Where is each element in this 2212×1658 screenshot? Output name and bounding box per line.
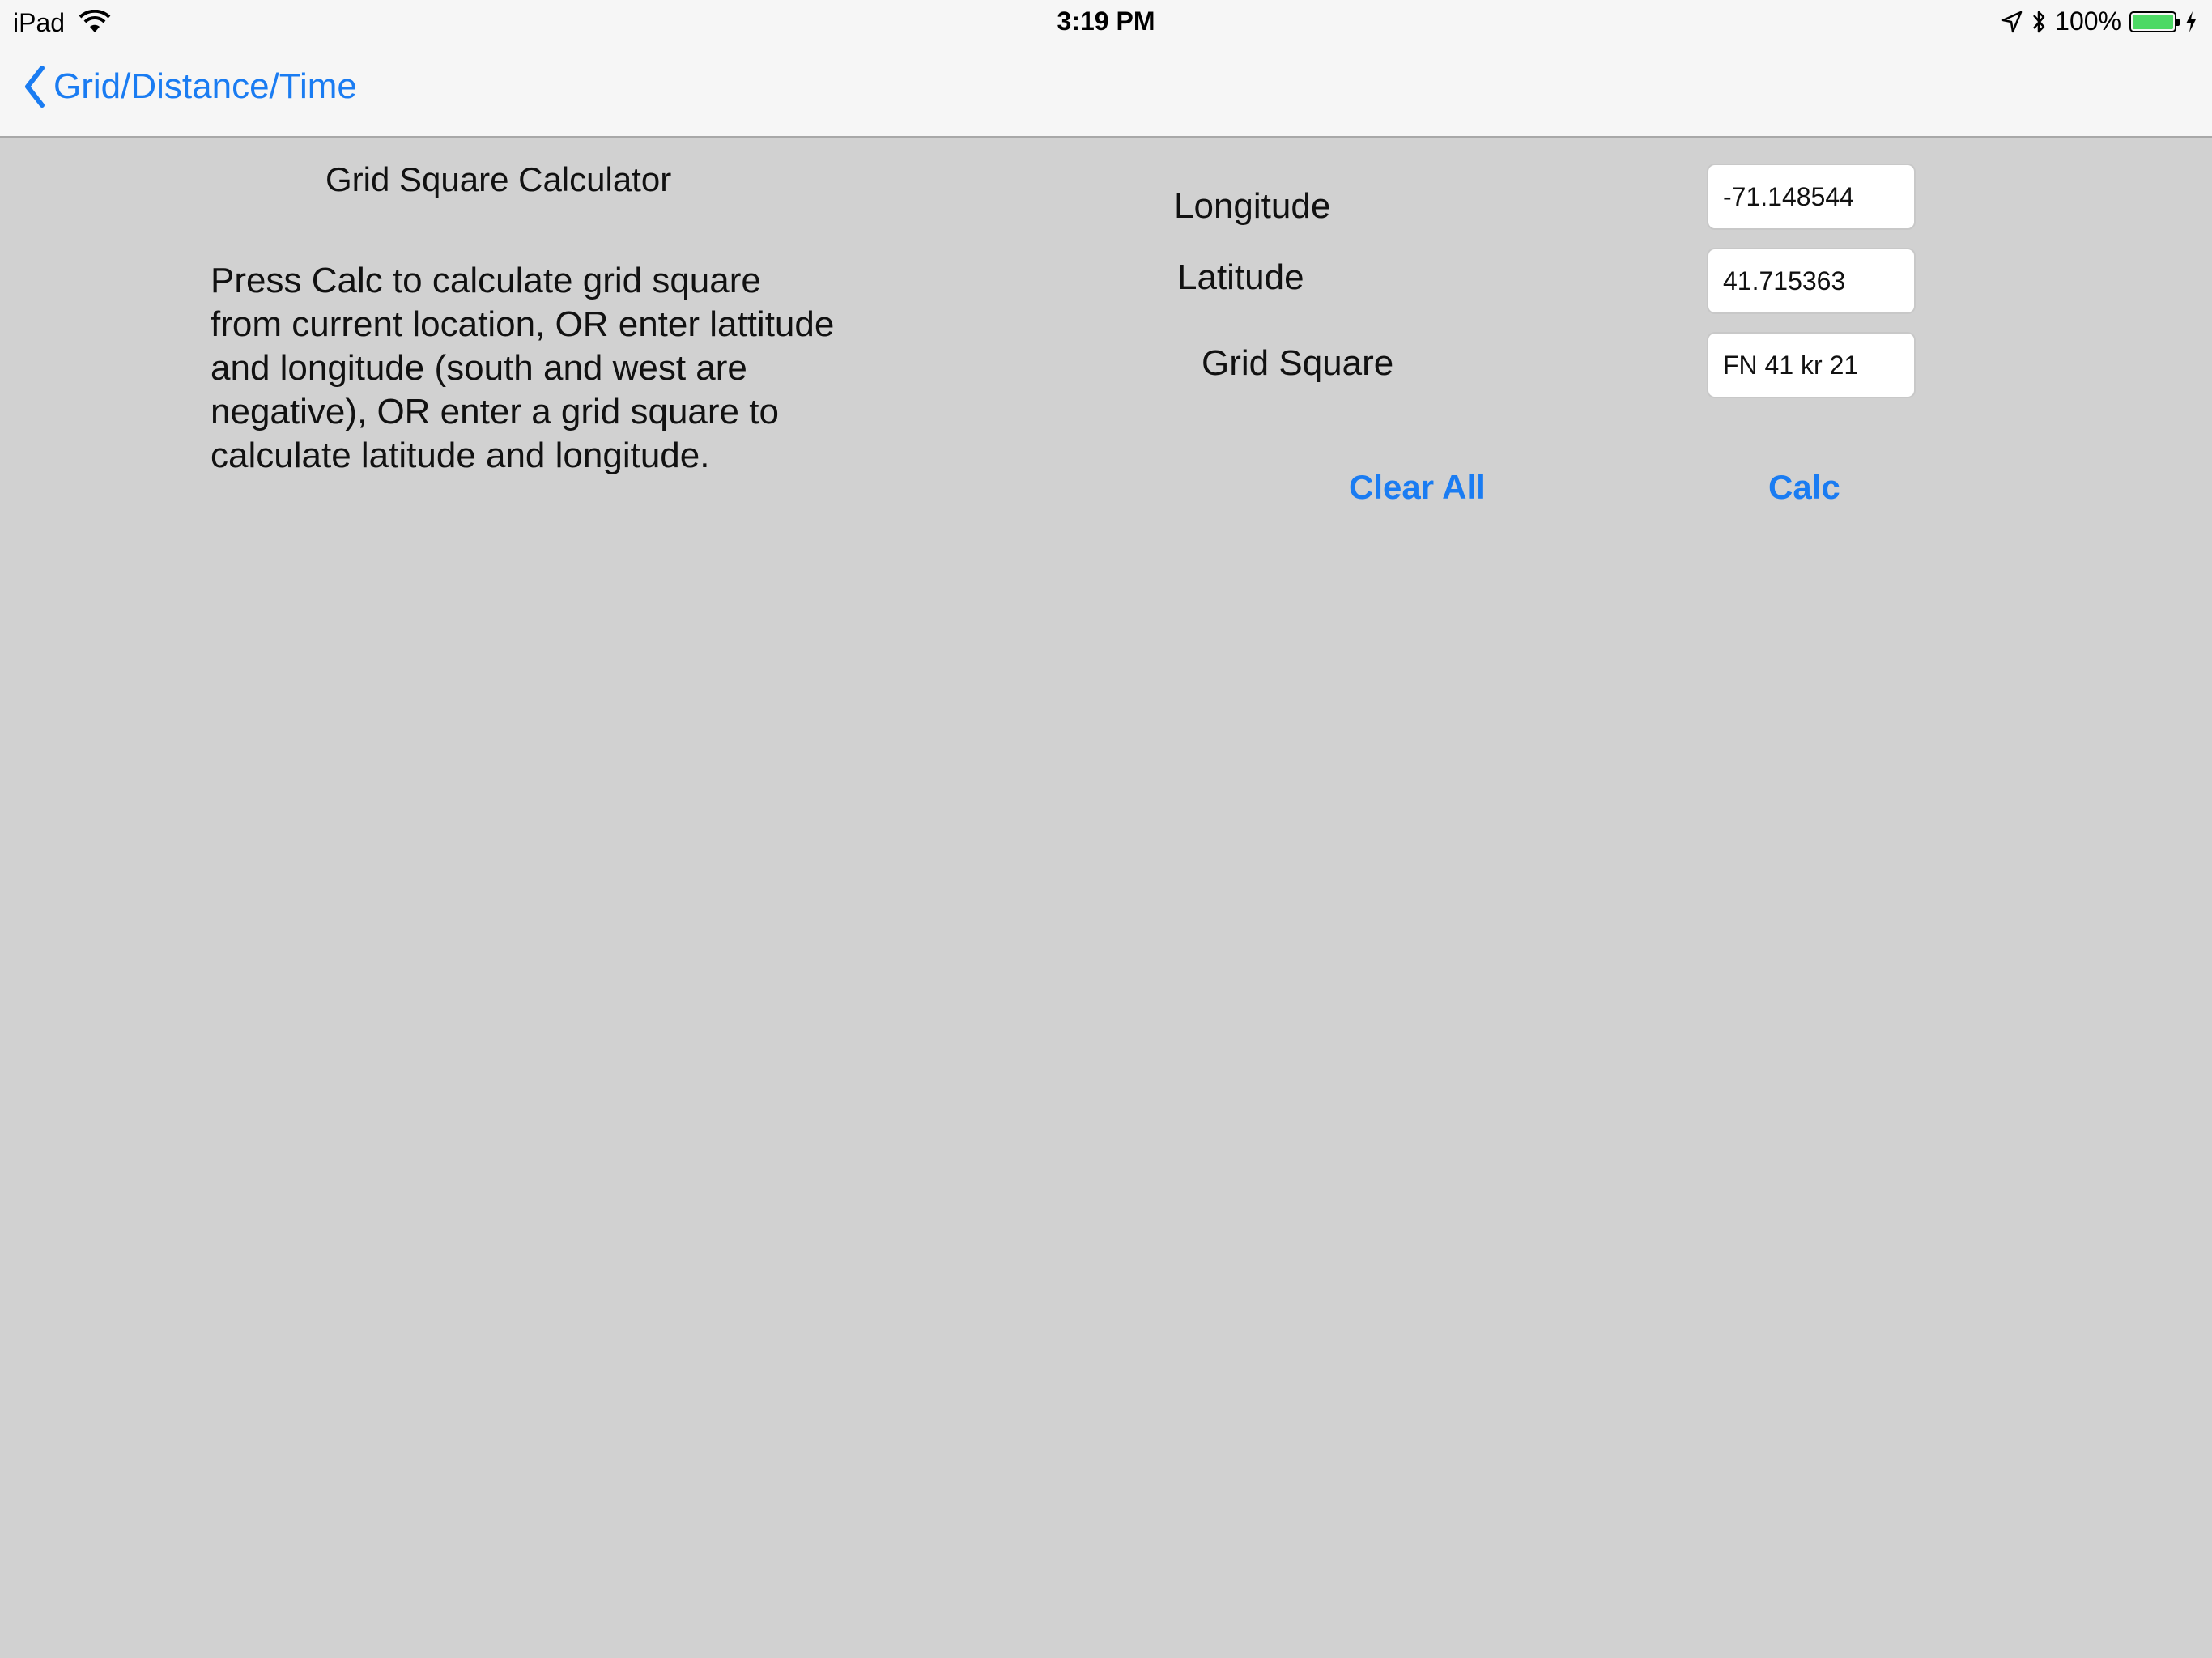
grid-square-input[interactable] <box>1707 332 1916 398</box>
latitude-label: Latitude <box>1177 257 1304 297</box>
back-button-label: Grid/Distance/Time <box>53 66 357 106</box>
status-right-group: 100% <box>2001 6 2197 36</box>
charging-bolt-icon <box>2186 11 2196 32</box>
status-time: 3:19 PM <box>1057 6 1155 36</box>
battery-percent: 100% <box>2055 6 2121 36</box>
clear-all-button[interactable]: Clear All <box>1349 468 1486 507</box>
calc-button[interactable]: Calc <box>1768 468 1840 507</box>
longitude-input[interactable] <box>1707 164 1916 230</box>
battery-fill <box>2133 14 2173 29</box>
chevron-left-icon <box>25 66 45 108</box>
location-arrow-icon <box>2001 11 2023 32</box>
navigation-bar: Grid/Distance/Time <box>0 45 2212 138</box>
latitude-input[interactable] <box>1707 248 1916 314</box>
grid-square-label: Grid Square <box>1202 343 1394 383</box>
instructions-text: Press Calc to calculate grid square from… <box>211 261 835 475</box>
longitude-label: Longitude <box>1174 186 1331 226</box>
bluetooth-icon <box>2033 11 2045 32</box>
back-button[interactable]: Grid/Distance/Time <box>23 65 357 108</box>
page-title: Grid Square Calculator <box>325 160 672 198</box>
status-bar: iPad 3:19 PM 100% <box>0 0 2212 45</box>
battery-icon <box>2129 11 2180 32</box>
